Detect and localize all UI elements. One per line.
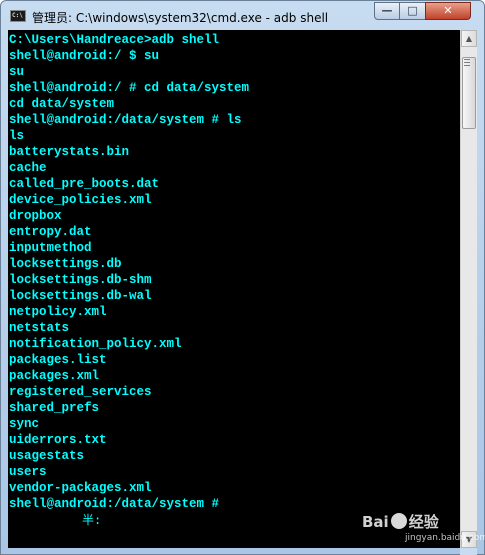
title-bar[interactable]: C:\ 管理员: C:\windows\system32\cmd.exe - a… bbox=[1, 1, 484, 31]
console-line: locksettings.db bbox=[9, 257, 122, 271]
paw-icon bbox=[390, 513, 407, 529]
console-line: batterystats.bin bbox=[9, 145, 130, 159]
console-line: called_pre_boots.dat bbox=[9, 177, 160, 191]
console-line: su bbox=[9, 65, 25, 79]
watermark-sub: jingyan.baidu.com bbox=[405, 533, 485, 543]
console-line: shared_prefs bbox=[9, 401, 100, 415]
console-line: users bbox=[9, 465, 47, 479]
console-line: notification_policy.xml bbox=[9, 337, 182, 351]
console-line: netstats bbox=[9, 321, 70, 335]
window-corner bbox=[460, 548, 477, 555]
close-button[interactable]: ✕ bbox=[425, 2, 471, 20]
console-line: packages.list bbox=[9, 353, 107, 367]
console-line: inputmethod bbox=[9, 241, 92, 255]
console-line: locksettings.db-wal bbox=[9, 289, 152, 303]
console-line: shell@android:/data/system # ls bbox=[9, 113, 242, 127]
console-line: vendor-packages.xml bbox=[9, 481, 152, 495]
console-line: uiderrors.txt bbox=[9, 433, 107, 447]
console-output[interactable]: C:\Users\Handreace>adb shell shell@androi… bbox=[8, 30, 460, 548]
cmd-icon[interactable]: C:\ bbox=[10, 10, 26, 22]
console-line: ls bbox=[9, 129, 25, 143]
console-line: usagestats bbox=[9, 449, 85, 463]
console-line: C:\Users\Handreace>adb shell bbox=[9, 33, 220, 47]
console-line: cd data/system bbox=[9, 97, 115, 111]
console-line: cache bbox=[9, 161, 47, 175]
console-line: netpolicy.xml bbox=[9, 305, 107, 319]
vertical-scrollbar[interactable]: ▲ ▼ bbox=[460, 30, 477, 548]
scroll-grip-icon bbox=[464, 59, 470, 60]
console-line: packages.xml bbox=[9, 369, 100, 383]
console-line: dropbox bbox=[9, 209, 62, 223]
console-line: device_policies.xml bbox=[9, 193, 152, 207]
console-line: registered_services bbox=[9, 385, 152, 399]
baidu-watermark: Bai 经验 bbox=[362, 511, 439, 533]
console-line: entropy.dat bbox=[9, 225, 92, 239]
minimize-button[interactable]: — bbox=[374, 2, 400, 20]
console-line: shell@android:/ # cd data/system bbox=[9, 81, 250, 95]
ime-indicator: 半: bbox=[82, 513, 102, 527]
watermark-text-right: 经验 bbox=[408, 513, 439, 531]
console-line: shell@android:/ $ su bbox=[9, 49, 160, 63]
window-title: 管理员: C:\windows\system32\cmd.exe - adb s… bbox=[32, 11, 329, 25]
console-line: shell@android:/data/system # bbox=[9, 497, 220, 511]
maximize-button[interactable]: □ bbox=[399, 2, 426, 20]
watermark-text-left: Bai bbox=[362, 513, 389, 531]
scroll-thumb[interactable] bbox=[462, 57, 476, 129]
scroll-up-button[interactable]: ▲ bbox=[461, 30, 477, 47]
console-line: sync bbox=[9, 417, 40, 431]
console-line: locksettings.db-shm bbox=[9, 273, 152, 287]
